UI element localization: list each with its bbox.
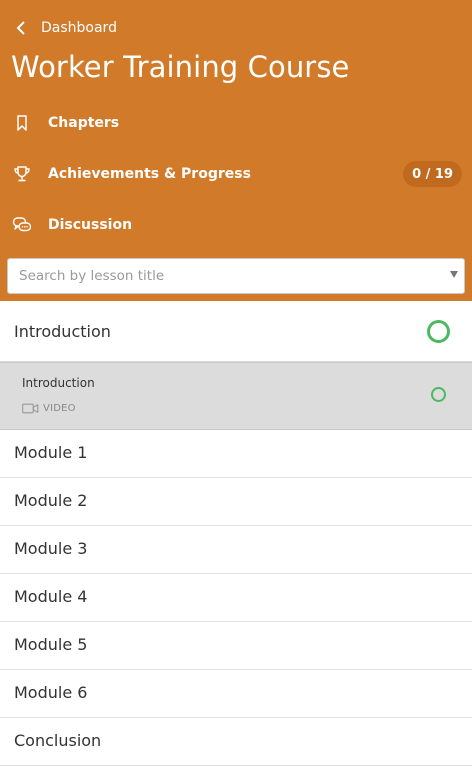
chapter-label: Module 1 [14,443,88,462]
course-title: Worker Training Course [11,50,350,84]
chapter-label: Module 5 [14,635,88,654]
chapter-row-module-3[interactable]: Module 3 [0,526,472,574]
chapter-label: Module 2 [14,491,88,510]
chapter-row-module-1[interactable]: Module 1 [0,430,472,478]
chapter-label: Module 6 [14,683,88,702]
lesson-type-label: VIDEO [43,403,76,414]
video-camera-icon [22,403,39,414]
caret-down-icon[interactable] [450,271,458,278]
chapter-row-module-5[interactable]: Module 5 [0,622,472,670]
lesson-search-select[interactable]: Search by lesson title [7,258,465,294]
back-link-label: Dashboard [41,20,117,36]
nav-achievements-label: Achievements & Progress [48,166,251,182]
bookmark-icon [11,112,33,134]
nav-achievements-progress[interactable]: Achievements & Progress 0 / 19 [0,149,472,199]
chapter-row-module-2[interactable]: Module 2 [0,478,472,526]
progress-ring-icon [427,320,450,343]
nav-chapters-label: Chapters [48,115,120,131]
course-header: Dashboard Worker Training Course Chapter… [0,0,472,301]
chevron-left-icon [16,21,25,35]
chapter-label: Module 4 [14,587,88,606]
chapter-row-module-4[interactable]: Module 4 [0,574,472,622]
trophy-icon [11,163,33,185]
nav-discussion[interactable]: Discussion [0,200,472,250]
chapter-label: Module 3 [14,539,88,558]
chapter-row-module-6[interactable]: Module 6 [0,670,472,718]
progress-ring-icon [431,387,446,402]
progress-count-badge: 0 / 19 [403,161,462,187]
chapter-label: Introduction [14,322,111,341]
chat-bubbles-icon [11,214,33,236]
chapter-list: Introduction Introduction VIDEO Module 1… [0,301,472,766]
chapter-row-introduction[interactable]: Introduction [0,301,472,362]
back-to-dashboard-link[interactable]: Dashboard [14,16,117,40]
lesson-row-introduction[interactable]: Introduction VIDEO [0,362,472,430]
nav-discussion-label: Discussion [48,217,133,233]
lesson-meta: VIDEO [22,403,76,414]
chapter-label: Conclusion [14,731,102,750]
lesson-title: Introduction [22,376,95,390]
nav-chapters[interactable]: Chapters [0,98,472,148]
chapter-row-conclusion[interactable]: Conclusion [0,718,472,766]
search-placeholder: Search by lesson title [19,268,165,284]
